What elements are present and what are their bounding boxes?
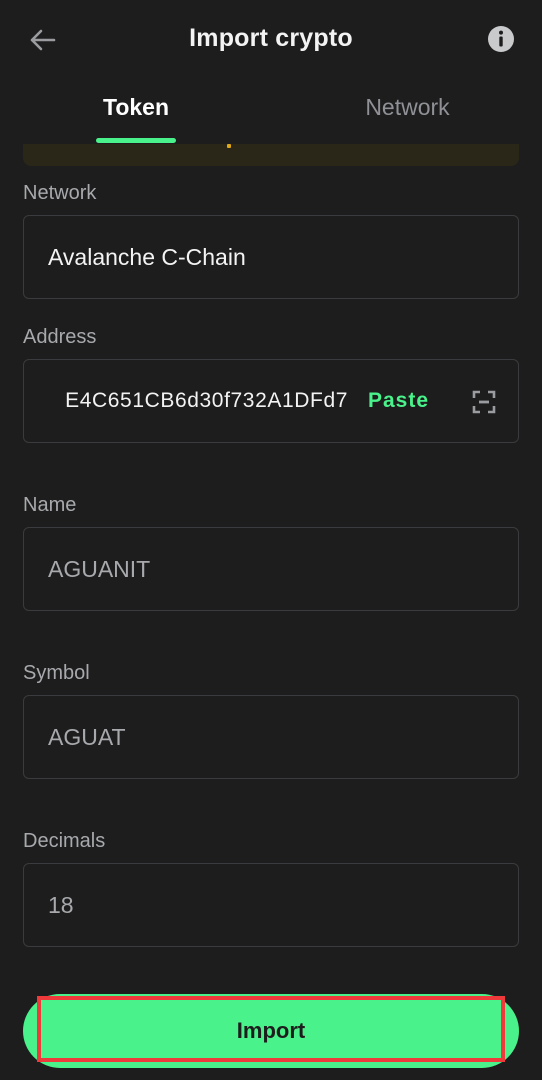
decimals-label: Decimals [23,830,106,852]
address-label: Address [23,326,97,348]
decimals-value: 18 [48,892,74,918]
decimals-field[interactable]: 18 [23,863,519,947]
tab-network[interactable]: Network [350,94,465,121]
info-circle-icon [488,26,514,52]
symbol-field[interactable]: AGUAT [23,695,519,779]
name-field[interactable]: AGUANIT [23,527,519,611]
import-crypto-screen: Import crypto Token Network Network Aval… [0,0,542,1080]
header: Import crypto [0,0,542,80]
warning-banner [23,144,519,166]
tab-token[interactable]: Token [96,94,176,121]
active-tab-indicator [96,138,176,143]
info-button[interactable] [486,24,516,54]
name-placeholder: AGUANIT [48,556,151,582]
scan-icon [472,390,496,414]
scan-button[interactable] [470,388,498,416]
network-value: Avalanche C-Chain [48,244,246,270]
page-title: Import crypto [189,24,353,52]
import-button[interactable]: Import [23,994,519,1068]
network-label: Network [23,182,97,204]
paste-button[interactable]: Paste [368,389,429,413]
warning-text-fragment [227,144,231,148]
network-field[interactable]: Avalanche C-Chain [23,215,519,299]
symbol-placeholder: AGUAT [48,724,126,750]
name-label: Name [23,494,77,516]
symbol-label: Symbol [23,662,90,684]
tab-bar: Token Network [0,80,542,144]
address-input-value[interactable]: E4C651CB6d30f732A1DFd7 [48,389,348,413]
import-button-label: Import [236,1018,306,1043]
address-field[interactable]: E4C651CB6d30f732A1DFd7 Paste [23,359,519,443]
